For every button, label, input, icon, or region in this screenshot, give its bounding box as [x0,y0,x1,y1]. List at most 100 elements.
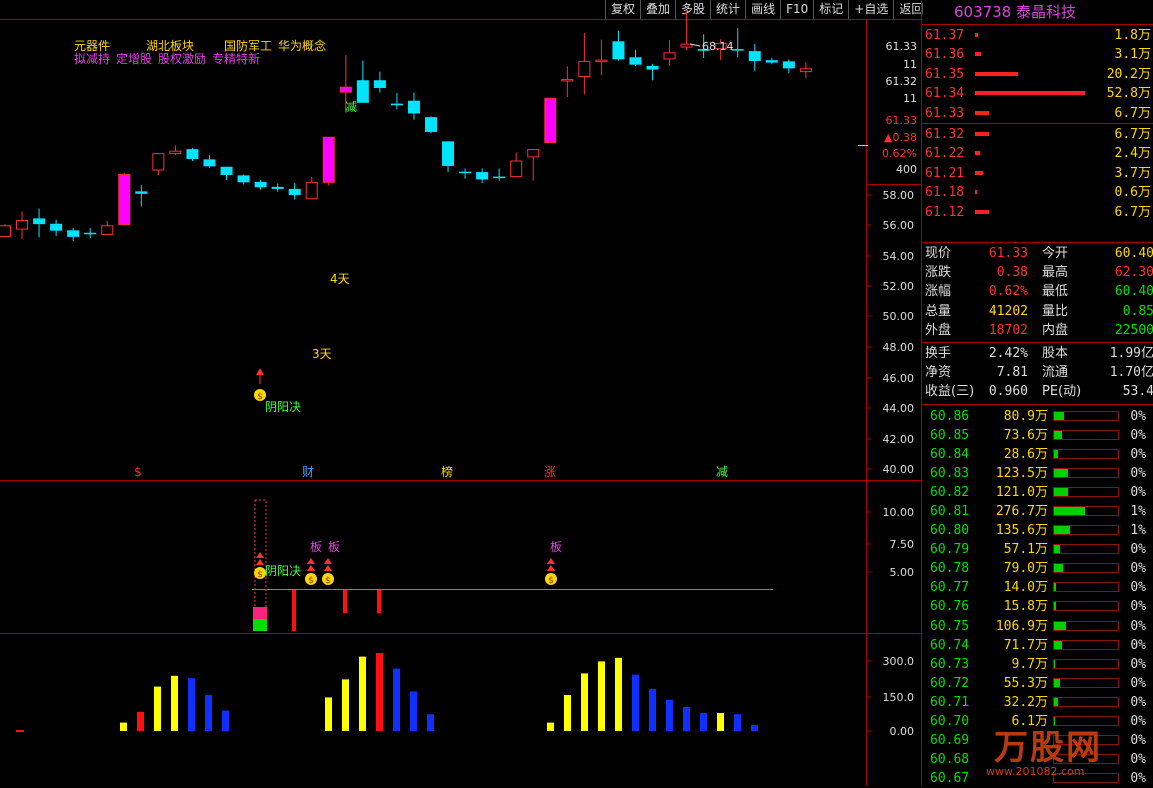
tick-cell [1053,678,1119,688]
ban-label: 板 [550,540,562,554]
volume-bar [683,707,690,731]
quote-panel: 603738 泰晶科技 61.371.8万61.363.1万61.3520.2万… [921,0,1153,786]
order-volume: 52.8万 [1107,84,1151,103]
volume-bar [410,691,417,731]
tick-cell: 60.76 [930,597,969,616]
sell-order-row[interactable]: 61.336.7万 [922,104,1153,123]
tick-cell: 32.2万 [1004,693,1048,712]
mid-axis-label: 7.50 [890,538,915,551]
volume-share-fill [1054,412,1064,420]
tick-cell [1053,659,1119,669]
volume-bar [137,712,144,731]
buy-order-row[interactable]: 61.222.4万 [922,144,1153,163]
tick-cell: 79.0万 [1004,559,1048,578]
price-volume-row: 60.82121.0万0% [922,483,1153,502]
concept-line-2: 拟减持定增股股权激励专精特新 [74,53,326,66]
price-volume-row: 60.7879.0万0% [922,559,1153,578]
tick-cell: 0% [1130,445,1146,464]
candle-body [459,172,471,174]
tick-cell: 55.3万 [1004,674,1048,693]
info-cell: 22500 [1115,321,1153,340]
concept-tag: 股权激励 [158,53,206,66]
order-price: 61.35 [925,65,964,84]
price-volume-row: 60.8428.6万0% [922,445,1153,464]
volume-share-fill [1054,602,1056,610]
tick-cell [1053,601,1119,611]
order-volume: 2.4万 [1115,144,1151,163]
buy-order-row[interactable]: 61.126.7万 [922,203,1153,222]
candle-body [153,154,164,170]
up-arrow-icon [307,565,315,571]
tick-cell: 14.0万 [1004,578,1048,597]
info-cell: 0.62% [989,282,1028,301]
volume-bar [615,658,622,731]
order-price: 61.18 [925,183,964,202]
tick-cell: 0% [1130,597,1146,616]
kline-chart[interactable]: 68.14减4天3天阴阳决$$财榜涨减 $阴阳决$$$板板板 61.331161… [0,0,921,786]
up-arrow-icon [324,565,332,571]
volume-bar [427,714,434,731]
axis-tick-label: 56.00 [883,219,915,232]
tick-cell: 60.73 [930,655,969,674]
sell-orders: 61.371.8万61.363.1万61.3520.2万61.3452.8万61… [922,25,1153,124]
buy-order-row[interactable]: 61.213.7万 [922,164,1153,183]
order-volume: 6.7万 [1115,125,1151,144]
volume-share-fill [1054,507,1085,515]
candle-body [135,191,147,193]
tick-cell [1053,563,1119,573]
tick-cell: 0% [1130,540,1146,559]
axis-tick-label: 54.00 [883,250,915,263]
axis-top-label: 11 [903,92,917,105]
volume-bar [734,714,741,731]
volume-bar [649,689,656,731]
buy-order-row[interactable]: 61.180.6万 [922,183,1153,202]
candle-body [408,101,420,114]
axis-tick-label: 48.00 [883,341,915,354]
info-cell: 41202 [989,302,1028,321]
stock-title: 603738 泰晶科技 [922,0,1153,25]
info-cell: 18702 [989,321,1028,340]
volume-bar [717,713,724,731]
volume-share-fill [1054,679,1060,687]
buy-order-row[interactable]: 61.326.7万 [922,125,1153,144]
tick-cell: 0% [1130,636,1146,655]
volume-bar [188,678,195,731]
order-volume: 6.7万 [1115,104,1151,123]
info-cell: 内盘 [1042,321,1068,340]
axis-tick-label: 44.00 [883,402,915,415]
info-cell: 净资 [925,363,951,382]
volume-bar [564,695,571,731]
tick-cell: 60.80 [930,521,969,540]
order-price: 61.12 [925,203,964,222]
chart-annotations: 68.14减4天3天阴阳决$$财榜涨减 [134,40,733,479]
info-cell: 60.40 [1115,282,1153,301]
info-cell: 今开 [1042,244,1068,263]
stock-code: 603738 [954,3,1011,21]
watermark: 万股网 www.201082.com [960,720,1102,778]
axis-top-label: 0.62% [882,147,917,160]
info-cell: 最低 [1042,282,1068,301]
info-row: 现价61.33今开60.40 [922,244,1153,263]
tick-cell: 0% [1130,578,1146,597]
candle-body [732,49,744,51]
order-price: 61.34 [925,84,964,103]
sell-order-row[interactable]: 61.34 52.8万 [922,84,1153,103]
tick-cell: 0% [1130,655,1146,674]
candle-body [647,66,659,70]
info-cell: 股本 [1042,344,1068,363]
candle-body [783,61,795,68]
price-volume-row: 60.7714.0万0% [922,578,1153,597]
info-cell: 60.40 [1115,244,1153,263]
candle-body [357,80,369,103]
axis-tick-label: 50.00 [883,310,915,323]
concept-tag: 专精特新 [212,53,260,66]
info-row: 收益(三)0.960PE(动)53.4 [922,382,1153,401]
candle-body [119,175,130,225]
sell-order-row[interactable]: 61.363.1万 [922,45,1153,64]
price-volume-row: 60.8573.6万0% [922,426,1153,445]
volume-share-fill [1054,583,1056,591]
tick-cell [1053,449,1119,459]
sell-order-row[interactable]: 61.3520.2万 [922,65,1153,84]
axis-top-label: 61.32 [886,75,918,88]
sell-order-row[interactable]: 61.371.8万 [922,26,1153,45]
